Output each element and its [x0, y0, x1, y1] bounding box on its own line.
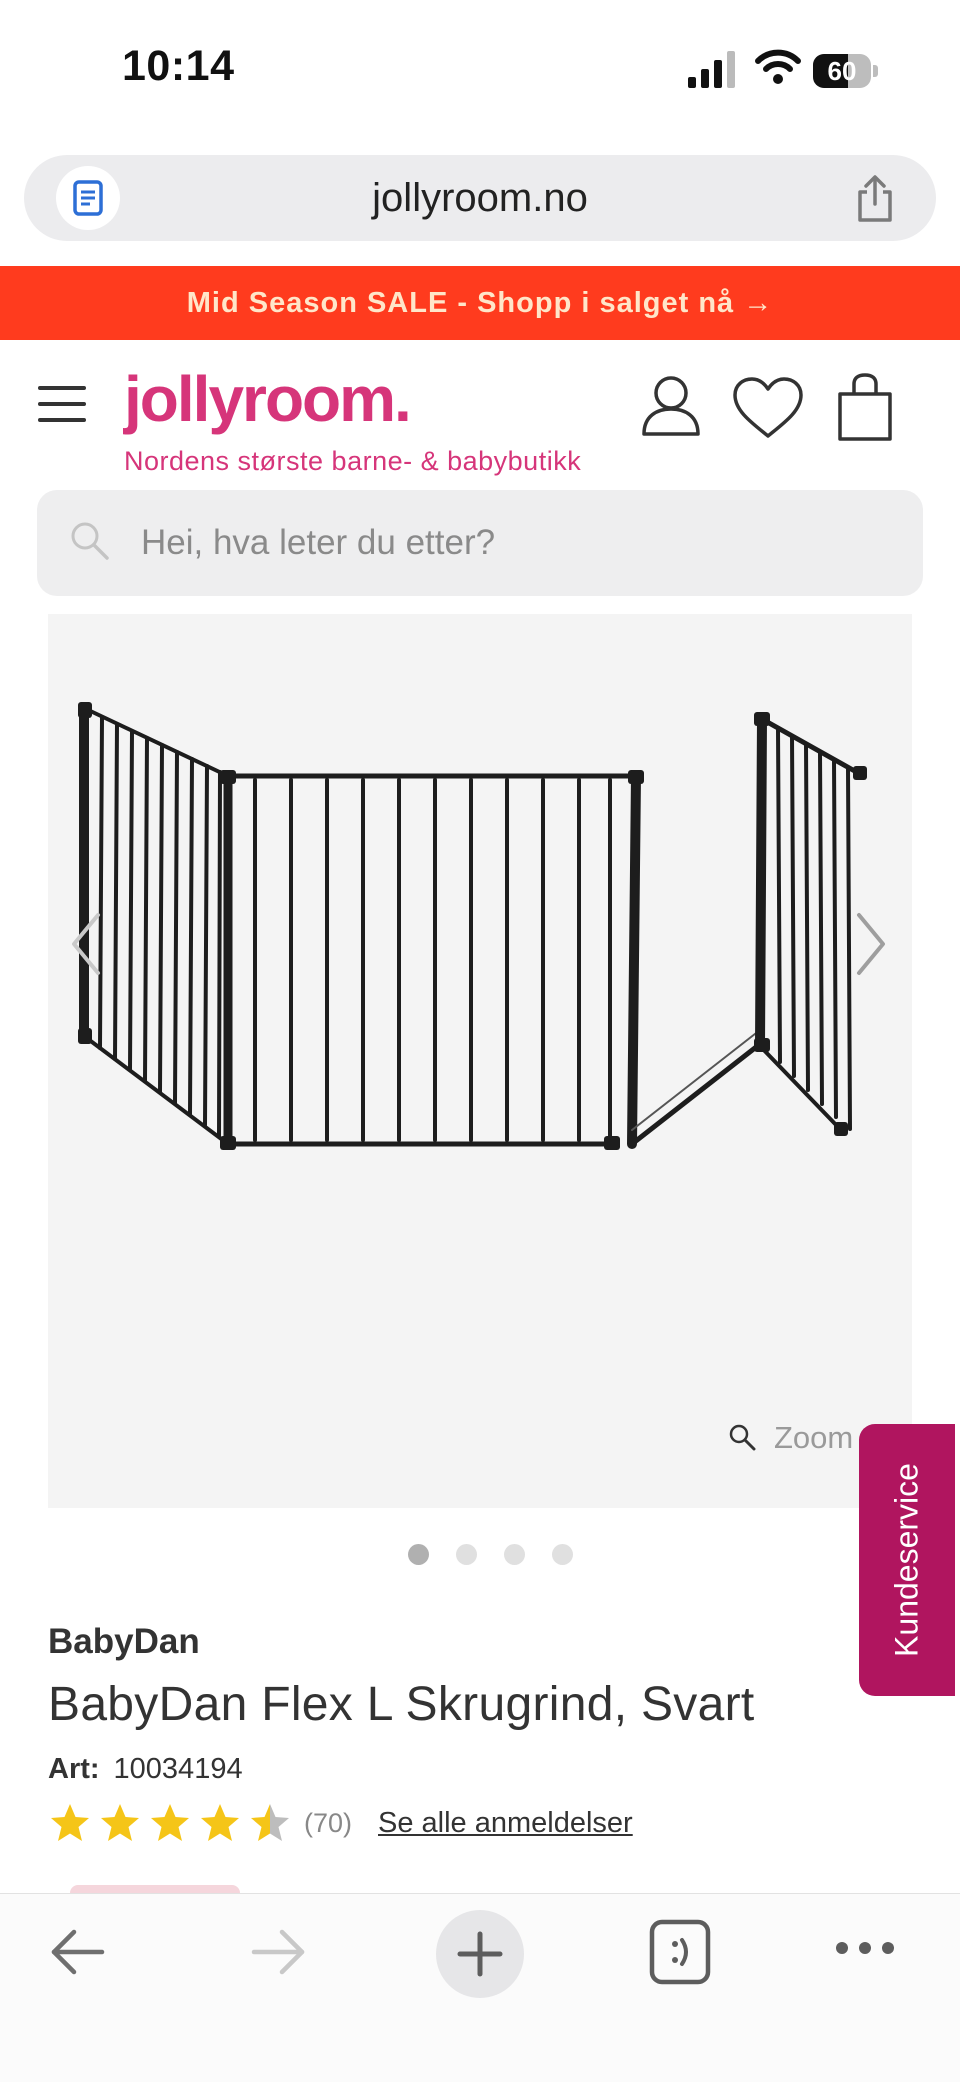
- plus-icon: [457, 1931, 503, 1977]
- heart-icon[interactable]: [732, 376, 804, 440]
- gallery-dot[interactable]: [456, 1544, 477, 1565]
- article-label: Art:: [48, 1753, 100, 1785]
- battery-level: 60: [827, 56, 857, 86]
- battery-icon: 60: [813, 54, 879, 88]
- product-brand[interactable]: BabyDan: [48, 1622, 200, 1662]
- menu-icon[interactable]: [38, 386, 86, 422]
- article-number: Art: 10034194: [48, 1753, 243, 1786]
- account-icon[interactable]: [640, 374, 702, 438]
- wifi-icon: [755, 49, 801, 84]
- gallery-dot[interactable]: [552, 1544, 573, 1565]
- back-arrow-icon[interactable]: [48, 1924, 106, 1980]
- gallery-dot[interactable]: [504, 1544, 525, 1565]
- address-bar[interactable]: jollyroom.no: [24, 155, 936, 241]
- star-icon: [251, 1804, 289, 1841]
- reader-icon: [73, 180, 103, 216]
- forward-arrow-icon[interactable]: [250, 1924, 308, 1980]
- gallery-prev-arrow[interactable]: [68, 909, 104, 979]
- search-bar[interactable]: [37, 490, 923, 596]
- search-input[interactable]: [141, 490, 881, 596]
- status-time: 10:14: [122, 42, 235, 90]
- share-icon[interactable]: [850, 174, 900, 224]
- new-tab-button[interactable]: [436, 1910, 524, 1998]
- customer-service-label: Kundeservice: [888, 1463, 925, 1657]
- gallery-pagination: [408, 1544, 578, 1566]
- url-text[interactable]: jollyroom.no: [24, 155, 936, 241]
- article-value: 10034194: [113, 1753, 243, 1785]
- reader-button[interactable]: [56, 166, 120, 230]
- star-icon: [151, 1804, 189, 1841]
- star-icon: [201, 1804, 239, 1841]
- star-icon: [101, 1804, 139, 1841]
- gallery-next-arrow[interactable]: [853, 909, 889, 979]
- signal-icon: [688, 51, 735, 88]
- more-icon[interactable]: [834, 1940, 896, 1956]
- site-logo[interactable]: jollyroom.: [124, 362, 412, 436]
- reviews-link[interactable]: Se alle anmeldelser: [378, 1807, 633, 1840]
- bag-icon[interactable]: [834, 372, 896, 442]
- product-image-gallery[interactable]: Zoom: [48, 614, 912, 1508]
- product-title: BabyDan Flex L Skrugrind, Svart: [48, 1678, 755, 1731]
- zoom-button[interactable]: Zoom: [728, 1420, 853, 1456]
- zoom-label: Zoom: [774, 1420, 854, 1455]
- star-icon: [51, 1804, 89, 1841]
- product-rating[interactable]: (70) Se alle anmeldelser: [48, 1801, 633, 1845]
- gallery-dot[interactable]: [408, 1544, 429, 1565]
- review-count: (70): [304, 1807, 353, 1838]
- browser-toolbar: [0, 1893, 960, 2082]
- promo-banner[interactable]: Mid Season SALE - Shopp i salget nå →: [0, 266, 960, 340]
- tabs-icon[interactable]: [648, 1916, 712, 1988]
- search-icon: [71, 522, 109, 560]
- zoom-icon: [729, 1424, 756, 1451]
- customer-service-tab[interactable]: Kundeservice: [859, 1424, 955, 1696]
- product-image[interactable]: [48, 614, 912, 1508]
- site-tagline: Nordens største barne- & babybutikk: [124, 446, 582, 476]
